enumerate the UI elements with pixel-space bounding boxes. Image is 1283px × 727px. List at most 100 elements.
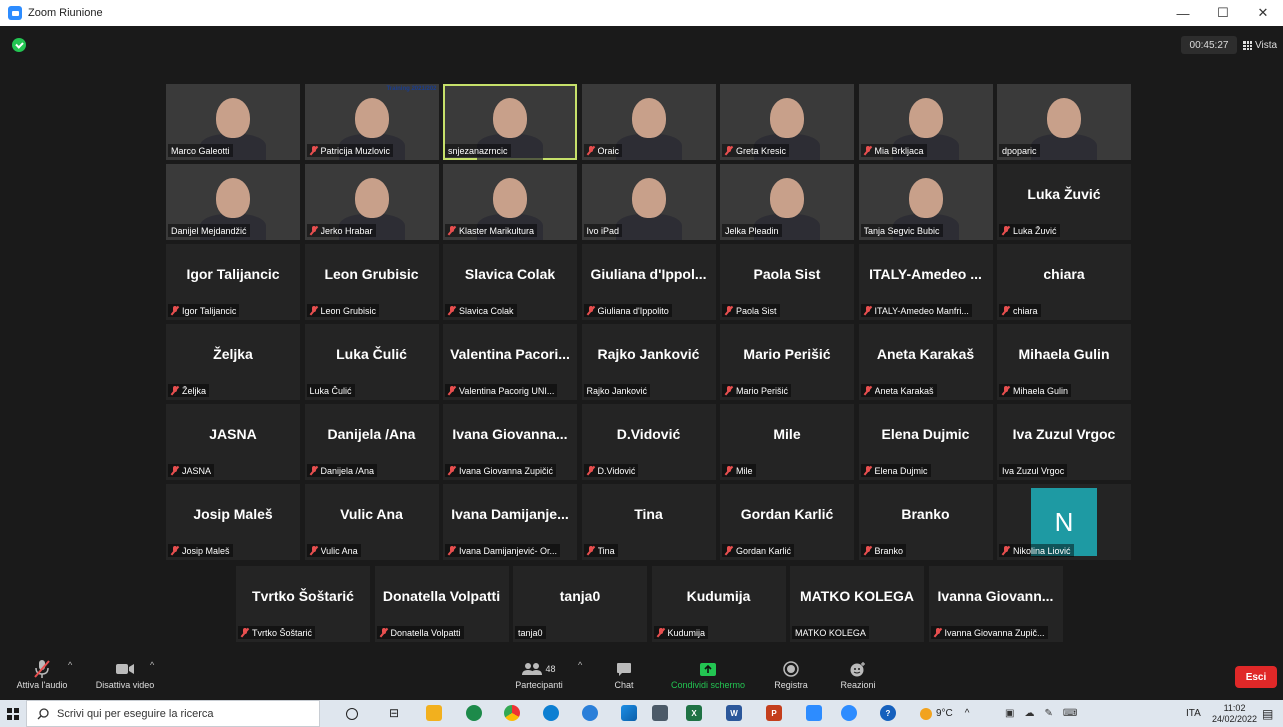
browser-icon[interactable]	[582, 705, 598, 721]
participant-tile[interactable]: Mario Perišić Mario Perišić	[720, 324, 854, 400]
participant-tile[interactable]: Jerko Hrabar	[304, 164, 439, 240]
participant-tile[interactable]: Valentina Pacori... Valentina Pacorig UNI…	[443, 324, 577, 400]
participant-name-text: Elena Dujmic	[874, 465, 928, 476]
participant-tile[interactable]: Greta Kresic	[720, 84, 854, 160]
participant-tile[interactable]: Tanja Segvic Bubic	[858, 164, 993, 240]
chrome-icon[interactable]	[504, 705, 520, 721]
close-button[interactable]: ✕	[1243, 0, 1283, 26]
chat-button[interactable]: Chat	[600, 658, 648, 690]
powerpoint-icon[interactable]: P	[766, 705, 782, 721]
video-options-chevron-icon[interactable]: ^	[150, 660, 154, 670]
participant-tile[interactable]: JASNA JASNA	[166, 404, 300, 480]
participant-tile[interactable]: Jelka Pleadin	[720, 164, 854, 240]
view-button[interactable]: Vista	[1243, 36, 1277, 54]
participant-tile[interactable]: Rajko Janković Rajko Janković	[581, 324, 716, 400]
participant-tile[interactable]: Vulic Ana Vulic Ana	[304, 484, 439, 560]
participant-tile[interactable]: Danijel Mejdandžić	[166, 164, 300, 240]
participant-tile[interactable]: Ivana Damijanje... Ivana Damijanjević- Or…	[443, 484, 577, 560]
mic-muted-icon	[725, 306, 733, 315]
participant-tile[interactable]: Slavica Colak Slavica Colak	[443, 244, 577, 320]
participant-tile[interactable]: Ivanna Giovann... Ivanna Giovanna Zupič..…	[928, 566, 1063, 642]
participant-tile[interactable]: Elena Dujmic Elena Dujmic	[858, 404, 993, 480]
participant-tile[interactable]: D.Vidović D.Vidović	[581, 404, 716, 480]
participant-name-label: Ivana Giovanna Zupičić	[445, 464, 557, 477]
taskbar-search-box[interactable]: Scrivi qui per eseguire la ricerca	[26, 700, 320, 727]
clock[interactable]: 11:02 24/02/2022	[1212, 700, 1257, 727]
cortana-icon[interactable]	[346, 708, 358, 720]
record-button[interactable]: Registra	[765, 658, 817, 690]
participant-tile[interactable]: MATKO KOLEGA MATKO KOLEGA	[790, 566, 924, 642]
participant-tile[interactable]: Danijela /Ana Danijela /Ana	[304, 404, 439, 480]
participant-tile[interactable]: N Nikolina Liović	[997, 484, 1131, 560]
participant-tile[interactable]: ITALY-Amedeo ... ITALY-Amedeo Manfri...	[858, 244, 993, 320]
minimize-button[interactable]: —	[1163, 0, 1203, 26]
excel-icon[interactable]: X	[686, 705, 702, 721]
app-blue-icon[interactable]	[841, 705, 857, 721]
participant-name-label: Marco Galeotti	[168, 144, 233, 157]
participant-display-name: Željka	[213, 346, 253, 362]
participant-tile[interactable]: Ivo iPad	[581, 164, 716, 240]
keyboard-icon[interactable]: ⌨	[1063, 708, 1077, 719]
participant-tile[interactable]: chiara chiara	[997, 244, 1131, 320]
app-green-icon[interactable]	[466, 705, 482, 721]
onedrive-icon[interactable]: ☁	[1024, 708, 1034, 719]
participant-name-label: Leon Grubisic	[306, 304, 380, 317]
security-shield-icon[interactable]	[12, 38, 26, 52]
language-indicator[interactable]: ITA	[1186, 700, 1201, 727]
mic-muted-icon	[171, 306, 179, 315]
record-label: Registra	[774, 680, 808, 690]
participant-tile[interactable]: Igor Talijancic Igor Talijancic	[166, 244, 300, 320]
participant-tile[interactable]: Donatella Volpatti Donatella Volpatti	[374, 566, 509, 642]
participant-tile[interactable]: snjezanazrncic	[443, 84, 577, 160]
participant-tile[interactable]: Luka Žuvić Luka Žuvić	[997, 164, 1131, 240]
participant-tile[interactable]: Iva Zuzul Vrgoc Iva Zuzul Vrgoc	[997, 404, 1131, 480]
participant-tile[interactable]: Ivana Giovanna... Ivana Giovanna Zupičić	[443, 404, 577, 480]
participant-tile[interactable]: Oraic	[581, 84, 716, 160]
help-icon[interactable]: ?	[880, 705, 896, 721]
task-view-icon[interactable]: ⊟	[386, 705, 402, 721]
calculator-icon[interactable]	[652, 705, 668, 721]
participant-tile[interactable]: Marco Galeotti	[166, 84, 300, 160]
participant-tile[interactable]: Giuliana d'Ippol... Giuliana d'Ippolito	[581, 244, 716, 320]
participant-tile[interactable]: Luka Čulić Luka Čulić	[304, 324, 439, 400]
participants-button[interactable]: 48 Partecipanti	[505, 658, 573, 690]
participant-tile[interactable]: Gordan Karlić Gordan Karlić	[720, 484, 854, 560]
participant-tile[interactable]: Mihaela Gulin Mihaela Gulin	[997, 324, 1131, 400]
participant-tile[interactable]: Kudumija Kudumija	[651, 566, 786, 642]
unmute-button[interactable]: Attiva l'audio	[8, 658, 76, 690]
participant-tile[interactable]: Aneta Karakaš Aneta Karakaš	[858, 324, 993, 400]
participant-tile[interactable]: Josip Maleš Josip Maleš	[166, 484, 300, 560]
participant-tile[interactable]: Branko Branko	[858, 484, 993, 560]
weather-temp[interactable]: 9°C	[936, 708, 953, 719]
audio-options-chevron-icon[interactable]: ^	[68, 660, 72, 670]
participant-tile[interactable]: Klaster Marikultura	[443, 164, 577, 240]
participant-name-text: Vulic Ana	[320, 545, 358, 556]
participant-tile[interactable]: dpoparic	[997, 84, 1131, 160]
network-icon[interactable]: ▣	[1005, 708, 1014, 719]
notifications-icon[interactable]: ▤	[1262, 700, 1273, 727]
participant-display-name: Tina	[634, 506, 663, 522]
word-icon[interactable]: W	[726, 705, 742, 721]
participant-tile[interactable]: Paola Sist Paola Sist	[720, 244, 854, 320]
participant-tile[interactable]: Mia Brkljaca	[858, 84, 993, 160]
maximize-button[interactable]: ☐	[1203, 0, 1243, 26]
participant-tile[interactable]: Mile Mile	[720, 404, 854, 480]
leave-meeting-button[interactable]: Esci	[1235, 666, 1277, 688]
share-screen-button[interactable]: Condividi schermo	[660, 658, 756, 690]
participant-tile[interactable]: Tina Tina	[581, 484, 716, 560]
participant-tile[interactable]: Training 2021/202 Patricija Muzlovic	[304, 84, 439, 160]
meeting-timer: 00:45:27	[1181, 36, 1237, 54]
participant-tile[interactable]: Leon Grubisic Leon Grubisic	[304, 244, 439, 320]
start-button[interactable]	[0, 700, 26, 727]
participant-tile[interactable]: Tvrtko Šoštarić Tvrtko Šoštarić	[236, 566, 370, 642]
participant-tile[interactable]: tanja0 tanja0	[513, 566, 647, 642]
participant-tile[interactable]: Željka Željka	[166, 324, 300, 400]
edge-icon[interactable]	[543, 705, 559, 721]
pen-icon[interactable]: ✎	[1044, 708, 1052, 719]
participants-options-chevron-icon[interactable]: ^	[578, 660, 582, 670]
tray-chevron-icon[interactable]: ^	[965, 708, 970, 719]
reactions-button[interactable]: Reazioni	[832, 658, 884, 690]
file-explorer-icon[interactable]	[426, 705, 442, 721]
zoom-taskbar-icon[interactable]	[806, 705, 822, 721]
photos-icon[interactable]	[621, 705, 637, 721]
